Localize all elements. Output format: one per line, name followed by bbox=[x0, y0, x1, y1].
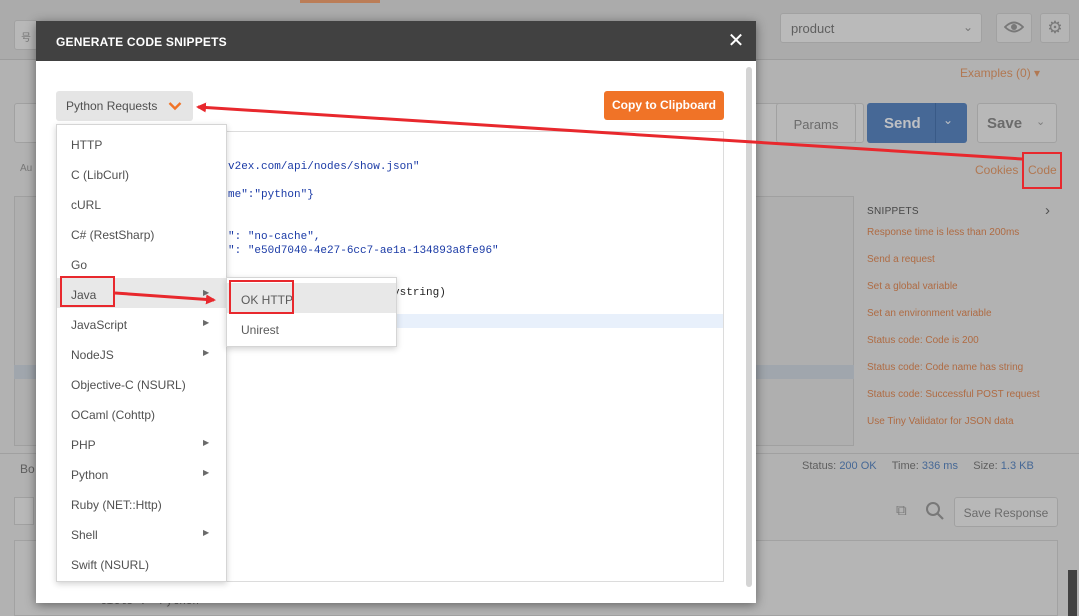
code-line: ": "e50d7040-4e27-6cc7-ae1a-134893a8fe96… bbox=[228, 245, 499, 257]
annotation-box-java bbox=[60, 276, 115, 307]
language-menu-item-shell[interactable]: Shell ▶ bbox=[57, 518, 226, 548]
language-menu-item-objective-c-nsurl[interactable]: Objective-C (NSURL) bbox=[57, 368, 226, 398]
language-menu-item-label: Go bbox=[71, 258, 88, 272]
language-menu-item-label: C (LibCurl) bbox=[71, 168, 130, 182]
language-menu-item-curl[interactable]: cURL bbox=[57, 188, 226, 218]
language-menu-item-c-restsharp[interactable]: C# (RestSharp) bbox=[57, 218, 226, 248]
language-menu-item-label: PHP bbox=[71, 438, 96, 452]
language-menu-item-javascript[interactable]: JavaScript ▶ bbox=[57, 308, 226, 338]
language-menu-item-go[interactable]: Go bbox=[57, 248, 226, 278]
language-menu-item-label: JavaScript bbox=[71, 318, 128, 332]
language-menu-item-label: NodeJS bbox=[71, 348, 114, 362]
language-menu-item-label: Objective-C (NSURL) bbox=[71, 378, 186, 392]
language-select-value: Python Requests bbox=[66, 99, 158, 113]
language-menu-item-label: Swift (NSURL) bbox=[71, 558, 150, 572]
language-menu-item-c-libcurl[interactable]: C (LibCurl) bbox=[57, 158, 226, 188]
language-select[interactable]: Python Requests bbox=[56, 91, 193, 121]
language-menu-item-label: Shell bbox=[71, 528, 98, 542]
language-menu-item-nodejs[interactable]: NodeJS ▶ bbox=[57, 338, 226, 368]
caret-right-icon: ▶ bbox=[203, 528, 210, 537]
copy-to-clipboard-button[interactable]: Copy to Clipboard bbox=[604, 91, 724, 120]
caret-right-icon: ▶ bbox=[203, 318, 210, 327]
language-menu-item-ruby-net-http[interactable]: Ruby (NET::Http) bbox=[57, 488, 226, 518]
language-menu-item-label: Ruby (NET::Http) bbox=[71, 498, 162, 512]
caret-right-icon: ▶ bbox=[203, 288, 210, 297]
language-menu-item-python[interactable]: Python ▶ bbox=[57, 458, 226, 488]
code-line: me":"python"} bbox=[228, 189, 314, 201]
language-menu-item-label: HTTP bbox=[71, 138, 103, 152]
modal-header: GENERATE CODE SNIPPETS ✕ bbox=[36, 21, 756, 61]
annotation-box-code-link bbox=[1022, 152, 1062, 189]
annotation-box-ok-http bbox=[229, 280, 294, 314]
language-menu-item-label: cURL bbox=[71, 198, 102, 212]
chevron-down-icon bbox=[168, 102, 182, 111]
language-menu-item-label: Python bbox=[71, 468, 109, 482]
language-menu-item-php[interactable]: PHP ▶ bbox=[57, 428, 226, 458]
language-menu-item-label: C# (RestSharp) bbox=[71, 228, 155, 242]
caret-right-icon: ▶ bbox=[203, 468, 210, 477]
caret-right-icon: ▶ bbox=[203, 438, 210, 447]
code-line: v2ex.com/api/nodes/show.json" bbox=[228, 161, 420, 173]
submenu-item-label: Unirest bbox=[241, 323, 280, 337]
language-menu-item-ocaml-cohttp[interactable]: OCaml (Cohttp) bbox=[57, 398, 226, 428]
code-line: ": "no-cache", bbox=[228, 231, 321, 243]
modal-scrollbar-thumb[interactable] bbox=[746, 67, 752, 587]
language-menu-item-swift-nsurl[interactable]: Swift (NSURL) bbox=[57, 548, 226, 578]
language-menu-item-label: OCaml (Cohttp) bbox=[71, 408, 156, 422]
close-icon[interactable]: ✕ bbox=[724, 29, 748, 53]
language-menu: HTTP C (LibCurl) cURL C# (RestSharp) Go Java ▶… bbox=[56, 124, 227, 582]
submenu-item-unirest[interactable]: Unirest bbox=[227, 313, 396, 343]
language-menu-item-http[interactable]: HTTP bbox=[57, 128, 226, 158]
modal-title: GENERATE CODE SNIPPETS bbox=[56, 35, 227, 49]
caret-right-icon: ▶ bbox=[203, 348, 210, 357]
